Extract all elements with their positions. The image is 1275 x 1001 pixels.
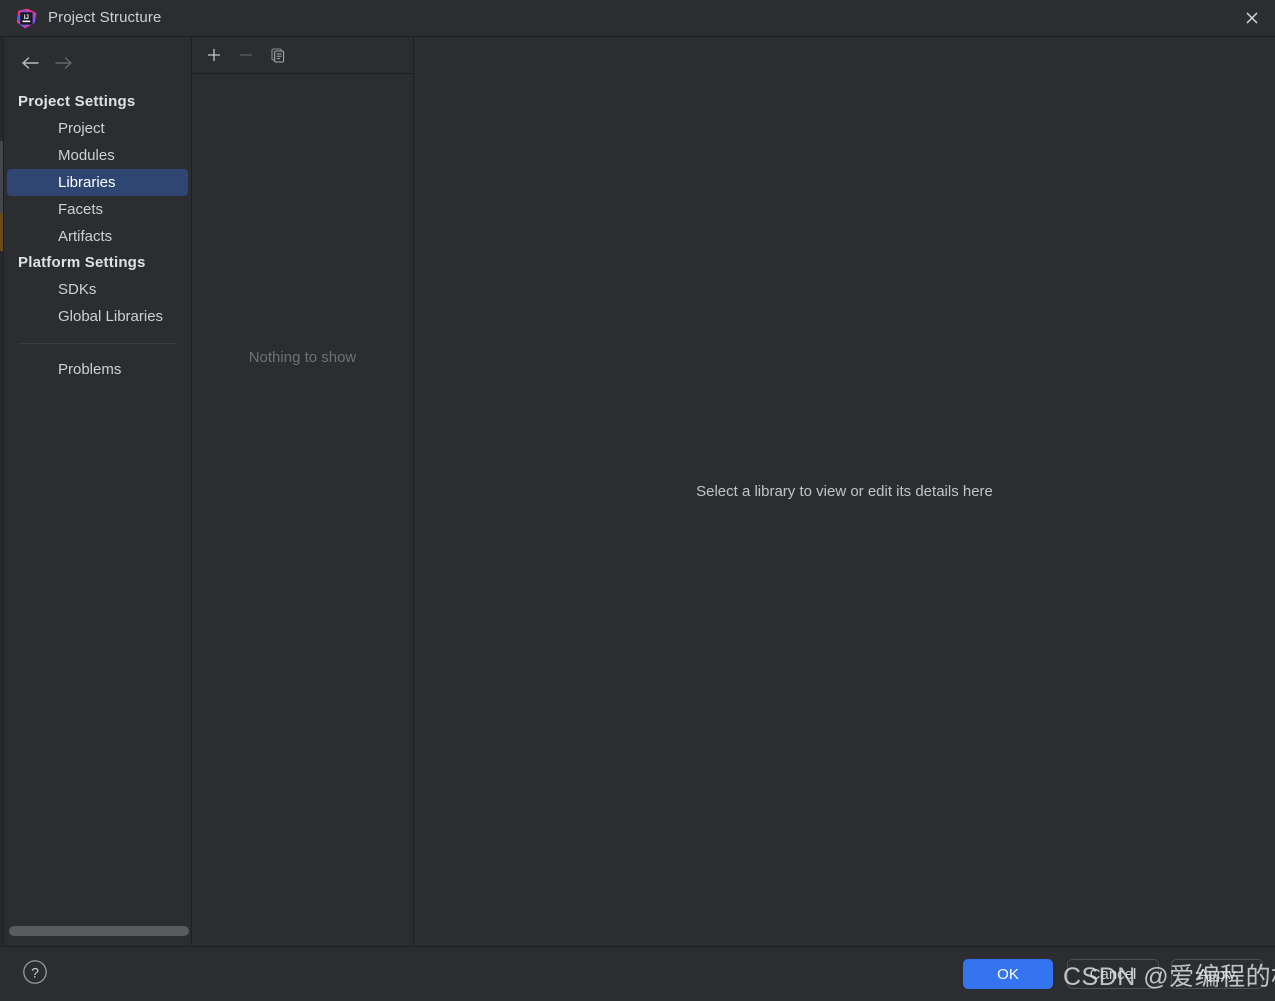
close-icon[interactable] — [1229, 0, 1275, 36]
arrow-right-icon[interactable] — [48, 47, 78, 79]
help-question-icon[interactable]: ? — [22, 959, 48, 985]
libraries-empty-message: Nothing to show — [192, 349, 413, 366]
sidebar-item-sdks[interactable]: SDKs — [7, 276, 188, 303]
library-detail-panel: Select a library to view or edit its det… — [414, 37, 1275, 945]
title-bar: IJ Project Structure — [0, 0, 1275, 37]
detail-empty-message: Select a library to view or edit its det… — [414, 483, 1275, 500]
sidebar-item-artifacts[interactable]: Artifacts — [7, 223, 188, 250]
project-structure-dialog: IJ Project Structure — [0, 0, 1275, 1000]
arrow-left-icon[interactable] — [15, 47, 45, 79]
dialog-title: Project Structure — [48, 0, 161, 36]
sidebar-item-project[interactable]: Project — [7, 115, 188, 142]
settings-sidebar: Project Settings Project Modules Librari… — [4, 37, 192, 945]
sidebar-divider — [18, 343, 177, 344]
dialog-content: Project Settings Project Modules Librari… — [4, 37, 1275, 945]
svg-text:?: ? — [31, 964, 39, 980]
sidebar-item-facets[interactable]: Facets — [7, 196, 188, 223]
plus-icon[interactable] — [200, 41, 228, 69]
sidebar-item-problems[interactable]: Problems — [7, 356, 188, 383]
apply-button[interactable]: Apply — [1171, 959, 1263, 989]
navigation-arrows — [4, 47, 191, 81]
dialog-footer: ? OK Cancel Apply — [0, 946, 1275, 1001]
svg-text:IJ: IJ — [24, 14, 30, 21]
sidebar-group-platform-settings: Platform Settings — [4, 250, 191, 276]
sidebar-horizontal-scrollbar[interactable] — [4, 923, 190, 939]
sidebar-item-libraries[interactable]: Libraries — [7, 169, 188, 196]
settings-category-list: Project Settings Project Modules Librari… — [4, 89, 191, 383]
sidebar-item-global-libraries[interactable]: Global Libraries — [7, 303, 188, 330]
ok-button[interactable]: OK — [963, 959, 1053, 989]
sidebar-group-project-settings: Project Settings — [4, 89, 191, 115]
copy-icon[interactable] — [264, 41, 292, 69]
libraries-list-panel: Nothing to show — [192, 37, 414, 945]
minus-icon — [232, 41, 260, 69]
sidebar-item-modules[interactable]: Modules — [7, 142, 188, 169]
scrollbar-thumb[interactable] — [9, 926, 189, 936]
cancel-button[interactable]: Cancel — [1067, 959, 1159, 989]
intellij-idea-logo-icon: IJ — [16, 8, 37, 29]
libraries-toolbar — [192, 37, 413, 74]
